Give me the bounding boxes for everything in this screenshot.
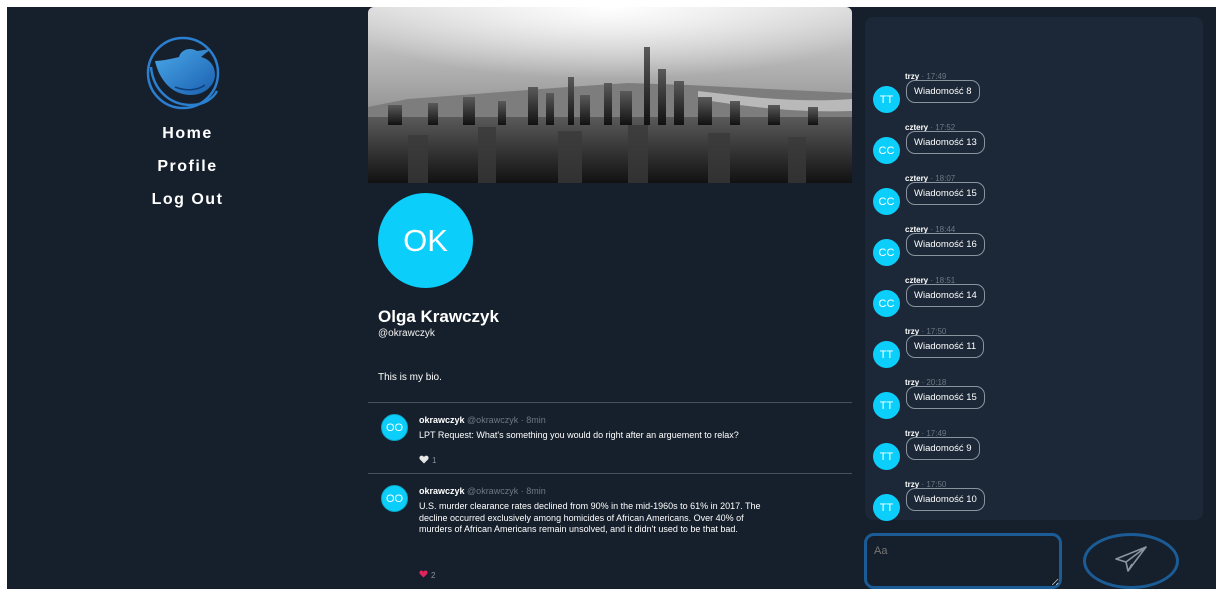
chat-message-input[interactable]: [864, 533, 1062, 589]
chat-message-bubble: Wiadomość 9: [906, 437, 980, 460]
chat-message-avatar: CC: [873, 239, 900, 266]
send-message-button[interactable]: [1083, 533, 1179, 589]
post-like-count: 2: [431, 570, 436, 580]
nav-logout-link[interactable]: Log Out: [7, 183, 368, 216]
chat-message-bubble: Wiadomość 16: [906, 233, 985, 256]
post-author[interactable]: okrawczyk: [419, 486, 465, 496]
profile-display-name: Olga Krawczyk: [378, 307, 499, 326]
chat-message-avatar: TT: [873, 86, 900, 113]
chat-message-avatar: CC: [873, 290, 900, 317]
chat-message-avatar: TT: [873, 494, 900, 521]
post-avatar[interactable]: OO: [381, 485, 408, 512]
nav-profile-link[interactable]: Profile: [7, 150, 368, 183]
chat-message-avatar: TT: [873, 341, 900, 368]
post-handle: @okrawczyk: [467, 486, 519, 496]
post-time: 8min: [526, 486, 546, 496]
chat-message-bubble: Wiadomość 10: [906, 488, 985, 511]
post-separator: ·: [520, 415, 524, 425]
post-avatar[interactable]: OO: [381, 414, 408, 441]
chat-message-avatar: CC: [873, 188, 900, 215]
post-like-count: 1: [432, 456, 437, 465]
profile-banner-image: [368, 7, 852, 183]
post-text: U.S. murder clearance rates declined fro…: [419, 501, 761, 534]
post-like-button[interactable]: 2: [419, 570, 435, 580]
post-like-button[interactable]: 1: [419, 455, 436, 466]
chat-message-bubble: Wiadomość 13: [906, 131, 985, 154]
post-item[interactable]: OO okrawczyk @okrawczyk · 8min U.S. murd…: [368, 473, 852, 589]
chat-message-avatar: CC: [873, 137, 900, 164]
chat-message-avatar: TT: [873, 392, 900, 419]
main-nav: Home Profile Log Out: [7, 117, 368, 216]
bird-logo-icon[interactable]: [145, 35, 221, 111]
post-author[interactable]: okrawczyk: [419, 415, 465, 425]
profile-column: OK Olga Krawczyk @okrawczyk This is my b…: [368, 7, 852, 589]
paper-plane-icon: [1114, 545, 1148, 578]
chat-message-bubble: Wiadomość 11: [906, 335, 985, 358]
chat-message-avatar: TT: [873, 443, 900, 470]
post-separator: ·: [520, 486, 524, 496]
chat-message-bubble: Wiadomość 15: [906, 182, 985, 205]
post-handle: @okrawczyk: [467, 415, 519, 425]
post-header: okrawczyk @okrawczyk · 8min: [419, 486, 546, 496]
post-header: okrawczyk @okrawczyk · 8min: [419, 415, 546, 425]
sidebar: Home Profile Log Out: [7, 7, 368, 589]
profile-avatar: OK: [378, 193, 473, 288]
heart-filled-icon: [419, 570, 428, 580]
chat-message-bubble: Wiadomość 8: [906, 80, 980, 103]
heart-icon: [419, 455, 429, 466]
post-text: LPT Request: What's something you would …: [419, 430, 739, 440]
post-item[interactable]: OO okrawczyk @okrawczyk · 8min LPT Reque…: [368, 402, 852, 474]
post-time: 8min: [526, 415, 546, 425]
chat-message-bubble: Wiadomość 15: [906, 386, 985, 409]
chat-message-bubble: Wiadomość 14: [906, 284, 985, 307]
profile-bio: This is my bio.: [378, 372, 442, 383]
nav-home-link[interactable]: Home: [7, 117, 368, 150]
profile-handle: @okrawczyk: [378, 328, 435, 339]
